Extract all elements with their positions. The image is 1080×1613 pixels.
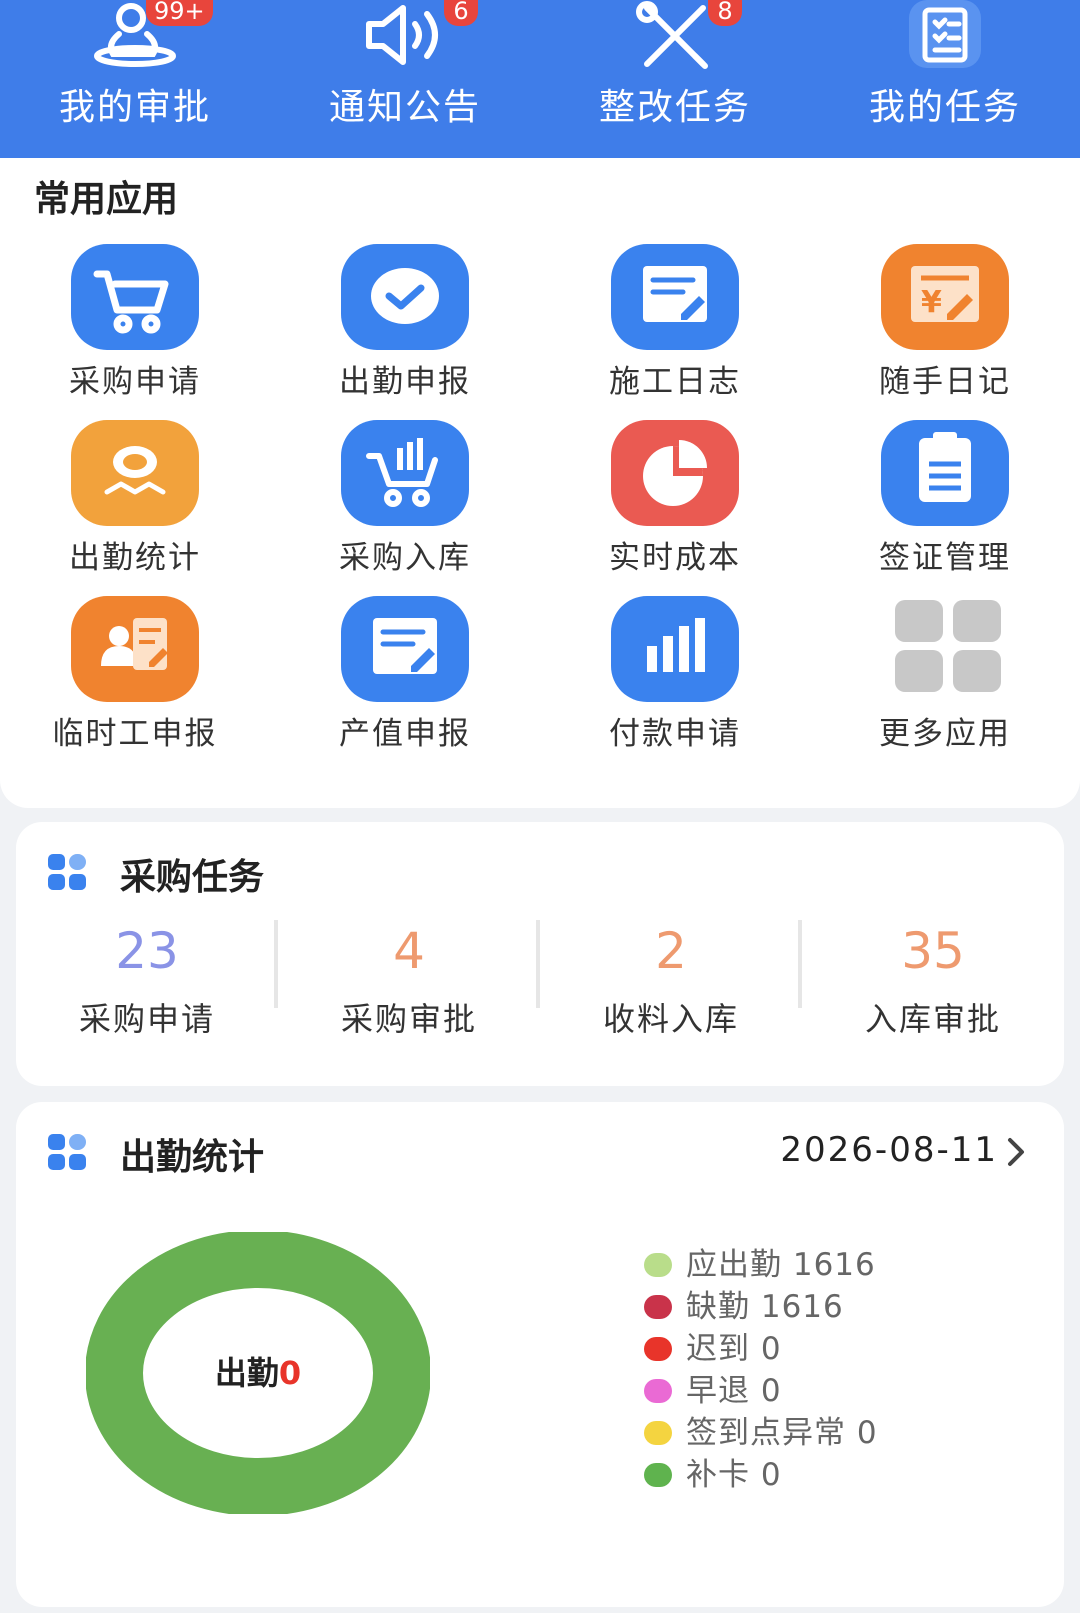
attendance-date[interactable]: 2026-08-11 bbox=[780, 1130, 998, 1170]
notice-badge: 6 bbox=[444, 0, 478, 26]
app-label: 出勤统计 bbox=[69, 540, 201, 576]
yen-note-icon: ¥ bbox=[881, 244, 1009, 350]
person-chart-icon bbox=[71, 420, 199, 526]
stat-value: 35 bbox=[901, 922, 965, 980]
document-edit-icon bbox=[611, 244, 739, 350]
legend-label: 早退 0 bbox=[686, 1373, 782, 1409]
app-payment-request[interactable]: 付款申请 bbox=[540, 596, 810, 766]
app-label: 产值申报 bbox=[339, 716, 471, 752]
app-label: 临时工申报 bbox=[52, 716, 218, 752]
my-task-shortcut[interactable]: 我的任务 bbox=[810, 0, 1080, 162]
app-output-value-report[interactable]: 产值申报 bbox=[270, 596, 540, 766]
app-label: 实时成本 bbox=[609, 540, 741, 576]
grid-blocks-icon bbox=[48, 1134, 86, 1170]
legend-label: 缺勤 1616 bbox=[686, 1289, 844, 1325]
app-label: 施工日志 bbox=[609, 364, 741, 400]
rectification-badge: 8 bbox=[708, 0, 742, 26]
stat-label: 入库审批 bbox=[864, 1000, 1001, 1038]
document-pen-icon bbox=[341, 596, 469, 702]
stat-value: 4 bbox=[393, 922, 425, 980]
attendance-title: 出勤统计 bbox=[120, 1137, 265, 1178]
app-purchase-request[interactable]: 采购申请 bbox=[0, 244, 270, 414]
top-shortcut-bar: 99+ 我的审批 6 通知公告 8 整改任务 我的任务 bbox=[0, 0, 1080, 162]
app-attendance-report[interactable]: 出勤申报 bbox=[270, 244, 540, 414]
app-purchase-stock-in[interactable]: 采购入库 bbox=[270, 420, 540, 590]
attendance-card: 出勤统计 2026-08-11 出勤0 应出勤 1616 缺勤 1616 迟到 … bbox=[16, 1102, 1064, 1607]
stat-value: 23 bbox=[115, 922, 179, 980]
legend-dot bbox=[644, 1337, 672, 1361]
stat-label: 收料入库 bbox=[602, 1000, 739, 1038]
app-label: 采购申请 bbox=[69, 364, 201, 400]
stat-stock-in-approval[interactable]: 35 入库审批 bbox=[802, 920, 1064, 1050]
svg-text:¥: ¥ bbox=[921, 285, 942, 320]
my-task-label: 我的任务 bbox=[868, 87, 1021, 128]
donut-center-text: 出勤0 bbox=[86, 1348, 430, 1394]
legend-label: 补卡 0 bbox=[686, 1457, 782, 1493]
cart-icon bbox=[71, 244, 199, 350]
app-label: 采购入库 bbox=[339, 540, 471, 576]
stat-material-receipt[interactable]: 2 收料入库 bbox=[540, 920, 802, 1050]
center-label: 出勤 bbox=[214, 1354, 279, 1392]
purchase-task-title: 采购任务 bbox=[120, 857, 265, 898]
app-quick-diary[interactable]: ¥ 随手日记 bbox=[810, 244, 1080, 414]
notice-label: 通知公告 bbox=[328, 87, 481, 128]
stat-purchase-request[interactable]: 23 采购申请 bbox=[16, 920, 278, 1050]
speaker-icon bbox=[355, 0, 455, 70]
legend-label: 应出勤 1616 bbox=[686, 1247, 876, 1283]
common-apps-title: 常用应用 bbox=[34, 179, 179, 220]
grid-more-icon bbox=[881, 596, 1009, 702]
app-label: 付款申请 bbox=[609, 716, 741, 752]
worker-form-icon bbox=[71, 596, 199, 702]
rectification-label: 整改任务 bbox=[598, 87, 751, 128]
legend-label: 迟到 0 bbox=[686, 1331, 782, 1367]
stat-label: 采购审批 bbox=[340, 1000, 477, 1038]
legend-dot bbox=[644, 1463, 672, 1487]
pie-icon bbox=[611, 420, 739, 526]
chevron-right-icon[interactable] bbox=[1004, 1134, 1028, 1170]
app-label: 随手日记 bbox=[879, 364, 1011, 400]
bar-chart-icon bbox=[611, 596, 739, 702]
app-label: 出勤申报 bbox=[339, 364, 471, 400]
legend-dot bbox=[644, 1295, 672, 1319]
legend-dot bbox=[644, 1421, 672, 1445]
purchase-task-card: 采购任务 23 采购申请 4 采购审批 2 收料入库 35 入库审批 bbox=[16, 822, 1064, 1086]
legend-dot bbox=[644, 1379, 672, 1403]
stat-purchase-approval[interactable]: 4 采购审批 bbox=[278, 920, 540, 1050]
cart-stock-icon bbox=[341, 420, 469, 526]
check-bubble-icon bbox=[341, 244, 469, 350]
stat-label: 采购申请 bbox=[78, 1000, 215, 1038]
my-approval-shortcut[interactable]: 99+ 我的审批 bbox=[0, 0, 270, 162]
app-construction-log[interactable]: 施工日志 bbox=[540, 244, 810, 414]
legend-label: 签到点异常 0 bbox=[686, 1415, 878, 1451]
grid-blocks-icon bbox=[48, 854, 86, 890]
my-approval-label: 我的审批 bbox=[58, 87, 211, 128]
common-apps-card: 常用应用 采购申请 出勤申报 施工日志 ¥ 随手日记 出勤统计 采购入库 实时成… bbox=[0, 158, 1080, 808]
app-more[interactable]: 更多应用 bbox=[810, 596, 1080, 766]
notice-shortcut[interactable]: 6 通知公告 bbox=[270, 0, 540, 162]
app-realtime-cost[interactable]: 实时成本 bbox=[540, 420, 810, 590]
rectification-shortcut[interactable]: 8 整改任务 bbox=[540, 0, 810, 162]
app-attendance-stats[interactable]: 出勤统计 bbox=[0, 420, 270, 590]
app-temp-worker-report[interactable]: 临时工申报 bbox=[0, 596, 270, 766]
clipboard-list-icon bbox=[881, 420, 1009, 526]
legend-dot bbox=[644, 1253, 672, 1277]
clipboard-icon bbox=[895, 0, 995, 70]
stat-value: 2 bbox=[655, 922, 687, 980]
app-label: 更多应用 bbox=[879, 716, 1011, 752]
center-value: 0 bbox=[278, 1354, 302, 1392]
approval-badge: 99+ bbox=[146, 0, 213, 26]
app-visa-management[interactable]: 签证管理 bbox=[810, 420, 1080, 590]
app-label: 签证管理 bbox=[879, 540, 1011, 576]
